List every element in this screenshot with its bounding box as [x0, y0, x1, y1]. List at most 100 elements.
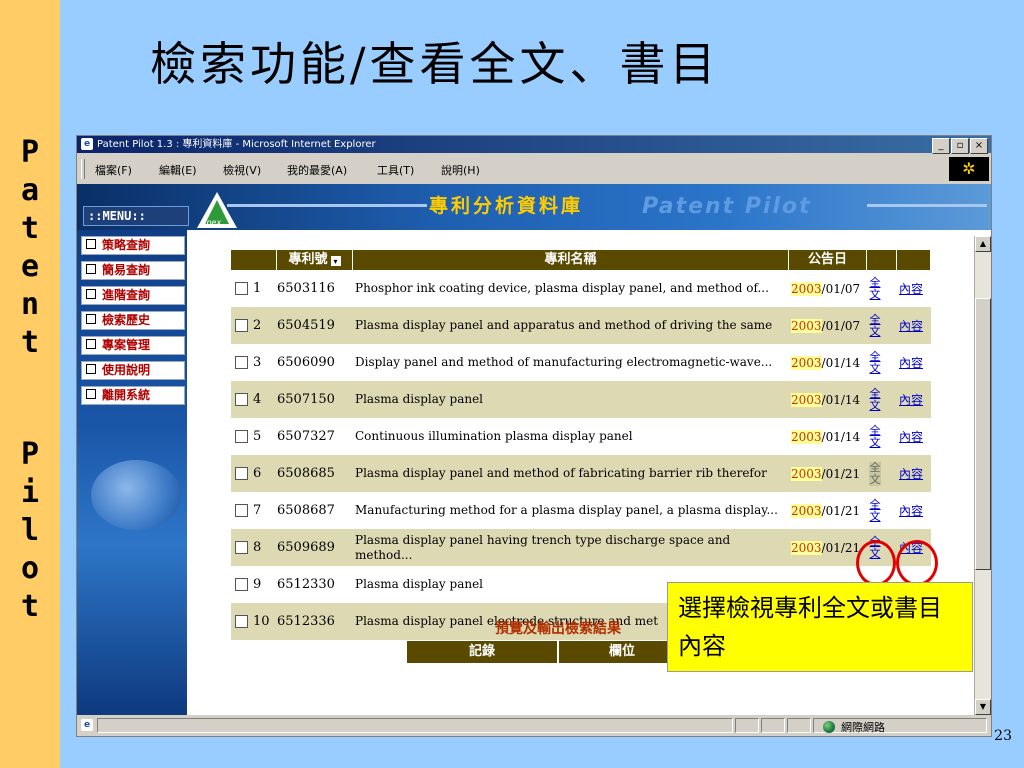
row-checkbox[interactable]	[235, 578, 248, 591]
patent-title: Manufacturing method for a plasma displa…	[355, 503, 778, 517]
nav-bullet-icon	[86, 389, 96, 399]
windows-logo-icon: ✲	[949, 157, 989, 181]
side-letter: i	[20, 475, 40, 510]
window-titlebar: e Patent Pilot 1.3 : 專利資料庫 - Microsoft In…	[77, 136, 991, 154]
content-link[interactable]: 內容	[899, 502, 923, 519]
site-banner: ::MENU:: Apex 專利分析資料庫 Patent Pilot	[77, 184, 991, 230]
nav-bullet-icon	[86, 264, 96, 274]
nav-item[interactable]: 進階查詢	[81, 286, 185, 305]
side-letter: a	[20, 173, 40, 208]
nav-item[interactable]: 專案管理	[81, 336, 185, 355]
content-cell: 內容	[899, 455, 931, 492]
content-cell: 內容	[899, 270, 931, 307]
page-number: 23	[994, 728, 1012, 744]
issue-year: 2003	[791, 466, 822, 481]
scroll-thumb[interactable]	[975, 298, 991, 570]
fulltext-link[interactable]: 全文	[869, 313, 881, 338]
header-patent-title: 專利名稱	[353, 250, 789, 270]
content-link[interactable]: 內容	[899, 465, 923, 482]
nav-item[interactable]: 使用說明	[81, 361, 185, 380]
row-checkbox[interactable]	[235, 393, 248, 406]
issue-year: 2003	[791, 355, 822, 370]
side-letter: l	[20, 513, 40, 548]
menu-help[interactable]: 說明(H)	[441, 162, 480, 178]
menu-favorites[interactable]: 我的最愛(A)	[287, 162, 347, 178]
menu-view[interactable]: 檢視(V)	[223, 162, 261, 178]
header-issue-date: 公告日	[789, 250, 867, 270]
content-link[interactable]: 內容	[899, 428, 923, 445]
status-panel	[787, 718, 811, 733]
nav-item[interactable]: 策略查詢	[81, 236, 185, 255]
fulltext-link[interactable]: 全文	[869, 498, 881, 523]
side-letter: n	[20, 287, 40, 322]
row-checkbox[interactable]	[235, 282, 248, 295]
header-patent-number[interactable]: 專利號 ▾	[277, 250, 353, 270]
slide-title: 檢索功能/查看全文、書目	[150, 37, 720, 91]
menu-file[interactable]: 檔案(F)	[95, 162, 132, 178]
nav-item[interactable]: 離開系統	[81, 386, 185, 405]
patent-number: 6512330	[277, 577, 335, 592]
row-select: 4	[235, 381, 277, 418]
row-checkbox[interactable]	[235, 504, 248, 517]
content-cell: 內容	[899, 307, 931, 344]
patent-number: 6509689	[277, 540, 335, 555]
sort-icon[interactable]: ▾	[330, 256, 341, 266]
nav-item[interactable]: 簡易查詢	[81, 261, 185, 280]
table-row: 6 6508685 Plasma display panel and method …	[231, 455, 931, 492]
maximize-button[interactable]: ▫	[951, 138, 969, 154]
row-checkbox[interactable]	[235, 467, 248, 480]
issue-monthday: /01/21	[821, 540, 861, 555]
row-select: 7	[235, 492, 277, 529]
issue-date: 2003/01/07	[791, 270, 867, 307]
close-button[interactable]: ×	[970, 138, 988, 154]
row-select: 5	[235, 418, 277, 455]
table-row: 2 6504519 Plasma display panel and apparat…	[231, 307, 931, 344]
table-row: 3 6506090 Display panel and method of manu…	[231, 344, 931, 381]
content-link[interactable]: 內容	[899, 354, 923, 371]
issue-year: 2003	[791, 429, 822, 444]
nav-item[interactable]: 檢索歷史	[81, 311, 185, 330]
fulltext-link[interactable]: 全文	[869, 350, 881, 375]
scroll-down-button[interactable]: ▼	[975, 699, 991, 715]
row-number: 7	[253, 503, 262, 518]
menu-bar: 檔案(F) 編輯(E) 檢視(V) 我的最愛(A) 工具(T) 說明(H) ✲	[77, 155, 991, 183]
row-number: 9	[253, 577, 262, 592]
fulltext-cell: 全文	[869, 418, 897, 455]
minimize-button[interactable]: _	[932, 138, 950, 154]
issue-date: 2003/01/14	[791, 381, 867, 418]
fulltext-cell: 全文	[869, 307, 897, 344]
issue-monthday: /01/21	[821, 466, 861, 481]
issue-year: 2003	[791, 318, 822, 333]
row-checkbox[interactable]	[235, 430, 248, 443]
row-checkbox[interactable]	[235, 541, 248, 554]
issue-date: 2003/01/21	[791, 455, 867, 492]
issue-monthday: /01/14	[821, 392, 861, 407]
row-number: 5	[253, 429, 262, 444]
menu-edit[interactable]: 編輯(E)	[159, 162, 197, 178]
fulltext-link[interactable]: 全文	[869, 276, 881, 301]
content-link[interactable]: 內容	[899, 280, 923, 297]
scroll-up-button[interactable]: ▲	[975, 236, 991, 252]
row-select: 8	[235, 529, 277, 566]
patent-title: Phosphor ink coating device, plasma disp…	[355, 281, 769, 295]
content-link[interactable]: 內容	[899, 317, 923, 334]
fulltext-link[interactable]: 全文	[869, 387, 881, 412]
row-checkbox[interactable]	[235, 319, 248, 332]
nav-bullet-icon	[86, 239, 96, 249]
row-checkbox[interactable]	[235, 356, 248, 369]
status-panel	[761, 718, 785, 733]
row-select: 2	[235, 307, 277, 344]
patent-number: 6503116	[277, 281, 335, 296]
fulltext-link[interactable]: 全文	[869, 461, 881, 486]
globe-icon	[823, 721, 835, 733]
content-link[interactable]: 內容	[899, 391, 923, 408]
vertical-scrollbar[interactable]: ▲ ▼	[974, 236, 991, 715]
side-letter: P	[20, 437, 40, 472]
menu-tools[interactable]: 工具(T)	[377, 162, 414, 178]
window-controls: _ ▫ ×	[931, 137, 988, 154]
row-checkbox[interactable]	[235, 615, 248, 628]
fulltext-link[interactable]: 全文	[869, 424, 881, 449]
table-row: 4 6507150 Plasma display panel 2003/01/14 全文…	[231, 381, 931, 418]
nav-bullet-icon	[86, 314, 96, 324]
mouse-decoration	[91, 460, 181, 530]
